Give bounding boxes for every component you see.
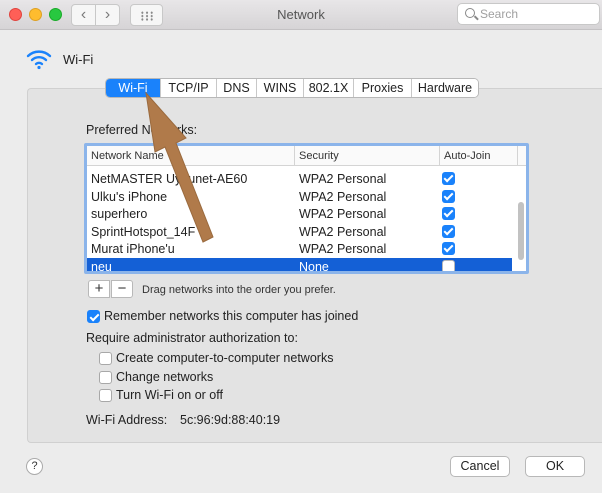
create-c2c-networks-label: Create computer-to-computer networks xyxy=(116,351,334,365)
network-name: Ulku's iPhone xyxy=(91,189,168,204)
auto-join-checkbox[interactable] xyxy=(442,172,455,185)
tab-hardware[interactable]: Hardware xyxy=(411,79,478,97)
table-scrollbar[interactable] xyxy=(518,202,524,260)
turn-wifi-checkbox[interactable] xyxy=(99,389,112,402)
change-networks-label: Change networks xyxy=(116,370,214,384)
network-rows: NetMASTER Uydunet-AE60 WPA2 Personal Ulk… xyxy=(87,170,512,274)
search-field[interactable]: Search xyxy=(457,3,600,25)
table-row[interactable]: Ulku's iPhone WPA2 Personal xyxy=(87,188,512,206)
tab-proxies[interactable]: Proxies xyxy=(353,79,411,97)
auto-join-checkbox[interactable] xyxy=(442,259,455,271)
network-name: Murat iPhone'u xyxy=(91,242,175,256)
table-header: Network Name Security Auto-Join xyxy=(87,146,526,166)
network-name: SprintHotspot_14F xyxy=(91,224,196,239)
wifi-address-value: 5c:96:9d:88:40:19 xyxy=(180,413,281,427)
column-header-network-name[interactable]: Network Name xyxy=(87,146,295,166)
search-icon xyxy=(465,8,475,18)
auto-join-checkbox[interactable] xyxy=(442,224,455,238)
search-placeholder: Search xyxy=(480,7,519,21)
remember-networks-label: Remember networks this computer has join… xyxy=(104,309,359,323)
require-admin-label: Require administrator authorization to: xyxy=(86,331,298,345)
help-button[interactable]: ? xyxy=(26,458,43,475)
table-row[interactable]: Murat iPhone'u WPA2 Personal xyxy=(87,240,512,258)
ok-button[interactable]: OK xyxy=(525,456,585,477)
tab-wins[interactable]: WINS xyxy=(256,79,303,97)
table-row[interactable]: superhero WPA2 Personal xyxy=(87,205,512,223)
network-security: WPA2 Personal xyxy=(299,207,387,221)
column-header-auto-join[interactable]: Auto-Join xyxy=(440,146,518,166)
drag-hint-text: Drag networks into the order you prefer. xyxy=(142,284,336,296)
network-name: NetMASTER Uydunet-AE60 xyxy=(91,172,248,186)
table-row[interactable]: SprintHotspot_14F WPA2 Personal xyxy=(87,223,512,241)
cancel-button[interactable]: Cancel xyxy=(450,456,510,477)
table-row-selected[interactable]: neu None xyxy=(87,257,512,274)
tab-tcpip[interactable]: TCP/IP xyxy=(160,79,216,97)
tab-bar: Wi-Fi TCP/IP DNS WINS 802.1X Proxies Har… xyxy=(105,78,479,98)
network-name: superhero xyxy=(91,207,148,221)
auto-join-checkbox[interactable] xyxy=(442,189,455,203)
auto-join-checkbox[interactable] xyxy=(442,207,455,220)
preferred-networks-table[interactable]: Network Name Security Auto-Join NetMASTE… xyxy=(84,143,529,274)
column-header-security[interactable]: Security xyxy=(295,146,440,166)
wifi-address-label: Wi-Fi Address: xyxy=(86,413,168,427)
interface-name: Wi-Fi xyxy=(63,52,94,67)
auto-join-checkbox[interactable] xyxy=(442,242,455,255)
turn-wifi-label: Turn Wi-Fi on or off xyxy=(116,388,223,402)
add-network-button[interactable]: + xyxy=(88,280,110,298)
tab-dns[interactable]: DNS xyxy=(216,79,256,97)
tab-wifi[interactable]: Wi-Fi xyxy=(106,79,160,97)
title-bar: ‹ › Network Search xyxy=(0,0,602,30)
remove-network-button[interactable]: − xyxy=(111,280,133,298)
table-row[interactable]: NetMASTER Uydunet-AE60 WPA2 Personal xyxy=(87,170,512,188)
network-security: WPA2 Personal xyxy=(299,242,387,256)
wifi-icon xyxy=(26,50,52,70)
network-name: neu xyxy=(91,259,112,274)
network-security: None xyxy=(299,259,329,274)
remember-networks-checkbox[interactable] xyxy=(87,310,100,323)
create-c2c-networks-checkbox[interactable] xyxy=(99,352,112,365)
change-networks-checkbox[interactable] xyxy=(99,371,112,384)
network-security: WPA2 Personal xyxy=(299,189,387,204)
network-security: WPA2 Personal xyxy=(299,224,387,239)
network-security: WPA2 Personal xyxy=(299,172,387,186)
tab-8021x[interactable]: 802.1X xyxy=(303,79,353,97)
preferred-networks-label: Preferred Networks: xyxy=(86,123,198,137)
